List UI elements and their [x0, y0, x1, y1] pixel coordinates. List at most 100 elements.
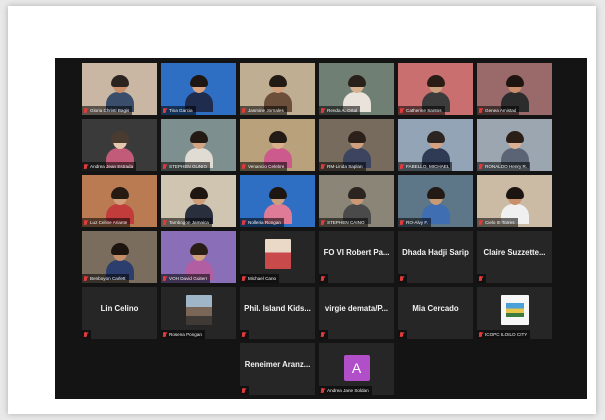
participant-tile[interactable]: virgie demata/P...: [319, 287, 394, 339]
participant-tile[interactable]: Gloria Christi Bagis: [82, 63, 157, 115]
organization-logo: [500, 295, 529, 325]
muted-mic-icon: [241, 331, 246, 338]
muted-mic-icon: [162, 219, 167, 226]
participant-tile[interactable]: Mia Cercado: [398, 287, 473, 339]
muted-mic-icon: [320, 107, 325, 114]
participant-name: STEPHEN GUNIO: [169, 164, 208, 169]
muted-mic-icon: [83, 107, 88, 114]
participant-name: Andrea Jean Estrada: [90, 164, 134, 169]
participant-tile[interactable]: Tina Garcia: [161, 63, 236, 115]
participant-name: Michael Cano: [248, 276, 277, 281]
muted-mic-icon: [241, 219, 246, 226]
name-tag: Andrea Jane Soldan: [319, 386, 372, 395]
participant-name: Rosena Pongan: [169, 332, 202, 337]
photo-frame: Gloria Christi Bagis Tina Garcia Jasmine…: [8, 6, 596, 414]
muted-mic-icon: [320, 163, 325, 170]
participant-tile[interactable]: FO VI Robert Pa...: [319, 231, 394, 283]
participant-tile[interactable]: RM-Linda Saplan: [319, 119, 394, 171]
muted-mic-icon: [83, 275, 88, 282]
participant-tile[interactable]: Phil. Island Kids...: [240, 287, 315, 339]
muted-mic-icon: [399, 163, 404, 170]
participant-tile[interactable]: Jasmine Jornales: [240, 63, 315, 115]
participant-tile[interactable]: Reneimer Aranz...: [240, 343, 315, 395]
participant-tile[interactable]: Benboyon Carlett: [82, 231, 157, 283]
muted-mic-icon: [320, 275, 325, 282]
muted-mic-icon: [399, 107, 404, 114]
name-tag: STEPHEN GUNIO: [161, 162, 211, 171]
participant-name: FABELLO, MICHAEL: [406, 164, 450, 169]
muted-mic-icon: [83, 219, 88, 226]
name-tag: [240, 386, 249, 395]
participant-name: Gloria Christi Bagis: [90, 108, 130, 113]
participant-tile[interactable]: Nolleria Rongan: [240, 175, 315, 227]
name-tag: Cielo III Torres: [477, 218, 518, 227]
participant-tile[interactable]: Venancio Celebre: [240, 119, 315, 171]
muted-mic-icon: [162, 163, 167, 170]
participant-tile[interactable]: Renda A. Ortal: [319, 63, 394, 115]
participant-name: VOH David Guiterr: [169, 276, 208, 281]
name-tag: ICOPC ILOILO CITY: [477, 330, 531, 339]
participant-tile[interactable]: Dhada Hadji Sarip: [398, 231, 473, 283]
participant-tile[interactable]: Rosena Pongan: [161, 287, 236, 339]
muted-mic-icon: [399, 219, 404, 226]
participant-display-name: FO VI Robert Pa...: [323, 248, 390, 257]
participant-tile[interactable]: Andrea Jean Estrada: [82, 119, 157, 171]
profile-picture: [264, 239, 291, 269]
participant-name: RM-Linda Saplan: [327, 164, 363, 169]
participant-tile[interactable]: RO-Alvy F.: [398, 175, 473, 227]
participant-tile[interactable]: Claire Suzzette...: [477, 231, 552, 283]
muted-mic-icon: [162, 107, 167, 114]
name-tag: Venancio Celebre: [240, 162, 288, 171]
muted-mic-icon: [162, 275, 167, 282]
participant-name: RONALDO Henry R.: [485, 164, 528, 169]
participant-name: RO-Alvy F.: [406, 220, 428, 225]
participant-tile[interactable]: ICOPC ILOILO CITY: [477, 287, 552, 339]
participant-tile[interactable]: STEPHEN CAINO: [319, 175, 394, 227]
participant-display-name: Mia Cercado: [412, 304, 459, 313]
participant-display-name: Reneimer Aranz...: [244, 360, 311, 369]
participant-tile[interactable]: VOH David Guiterr: [161, 231, 236, 283]
name-tag: RO-Alvy F.: [398, 218, 431, 227]
name-tag: Luz Celine Ariante: [82, 218, 131, 227]
muted-mic-icon: [320, 331, 325, 338]
name-tag: Andrea Jean Estrada: [82, 162, 137, 171]
muted-mic-icon: [399, 331, 404, 338]
muted-mic-icon: [478, 107, 483, 114]
participant-display-name: Lin Celino: [100, 304, 139, 313]
participant-tile[interactable]: Michael Cano: [240, 231, 315, 283]
name-tag: Genea Amistad: [477, 106, 520, 115]
participant-name: Genea Amistad: [485, 108, 517, 113]
participant-display-name: Phil. Island Kids...: [244, 304, 311, 313]
participant-tile[interactable]: FABELLO, MICHAEL: [398, 119, 473, 171]
participant-tile[interactable]: Catherine Santos: [398, 63, 473, 115]
participant-name: Venancio Celebre: [248, 164, 285, 169]
name-tag: [398, 274, 407, 283]
avatar-initial: A: [343, 355, 370, 381]
name-tag: [398, 330, 407, 339]
participant-name: Luz Celine Ariante: [90, 220, 128, 225]
participant-tile[interactable]: STEPHEN GUNIO: [161, 119, 236, 171]
participant-display-name: virgie demata/P...: [324, 304, 389, 313]
name-tag: STEPHEN CAINO: [319, 218, 368, 227]
participant-tile-active-speaker[interactable]: Cielo III Torres: [477, 175, 552, 227]
muted-mic-icon: [478, 275, 483, 282]
muted-mic-icon: [478, 163, 483, 170]
participant-tile[interactable]: Genea Amistad: [477, 63, 552, 115]
muted-mic-icon: [241, 275, 246, 282]
name-tag: Tina Garcia: [161, 106, 196, 115]
muted-mic-icon: [83, 163, 88, 170]
muted-mic-icon: [162, 331, 167, 338]
name-tag: [477, 274, 486, 283]
participant-tile[interactable]: Luz Celine Ariante: [82, 175, 157, 227]
participant-name: Cielo III Torres: [485, 220, 515, 225]
name-tag: VOH David Guiterr: [161, 274, 211, 283]
participant-name: Catherine Santos: [406, 108, 442, 113]
name-tag: Nolleria Rongan: [240, 218, 284, 227]
participant-tile[interactable]: Lin Celino: [82, 287, 157, 339]
participant-tile[interactable]: A Andrea Jane Soldan: [319, 343, 394, 395]
participant-tile[interactable]: Tambogon Jamaica: [161, 175, 236, 227]
participant-name: Tambogon Jamaica: [169, 220, 209, 225]
participant-name: Jasmine Jornales: [248, 108, 284, 113]
participant-display-name: Dhada Hadji Sarip: [402, 248, 469, 257]
participant-tile[interactable]: RONALDO Henry R.: [477, 119, 552, 171]
